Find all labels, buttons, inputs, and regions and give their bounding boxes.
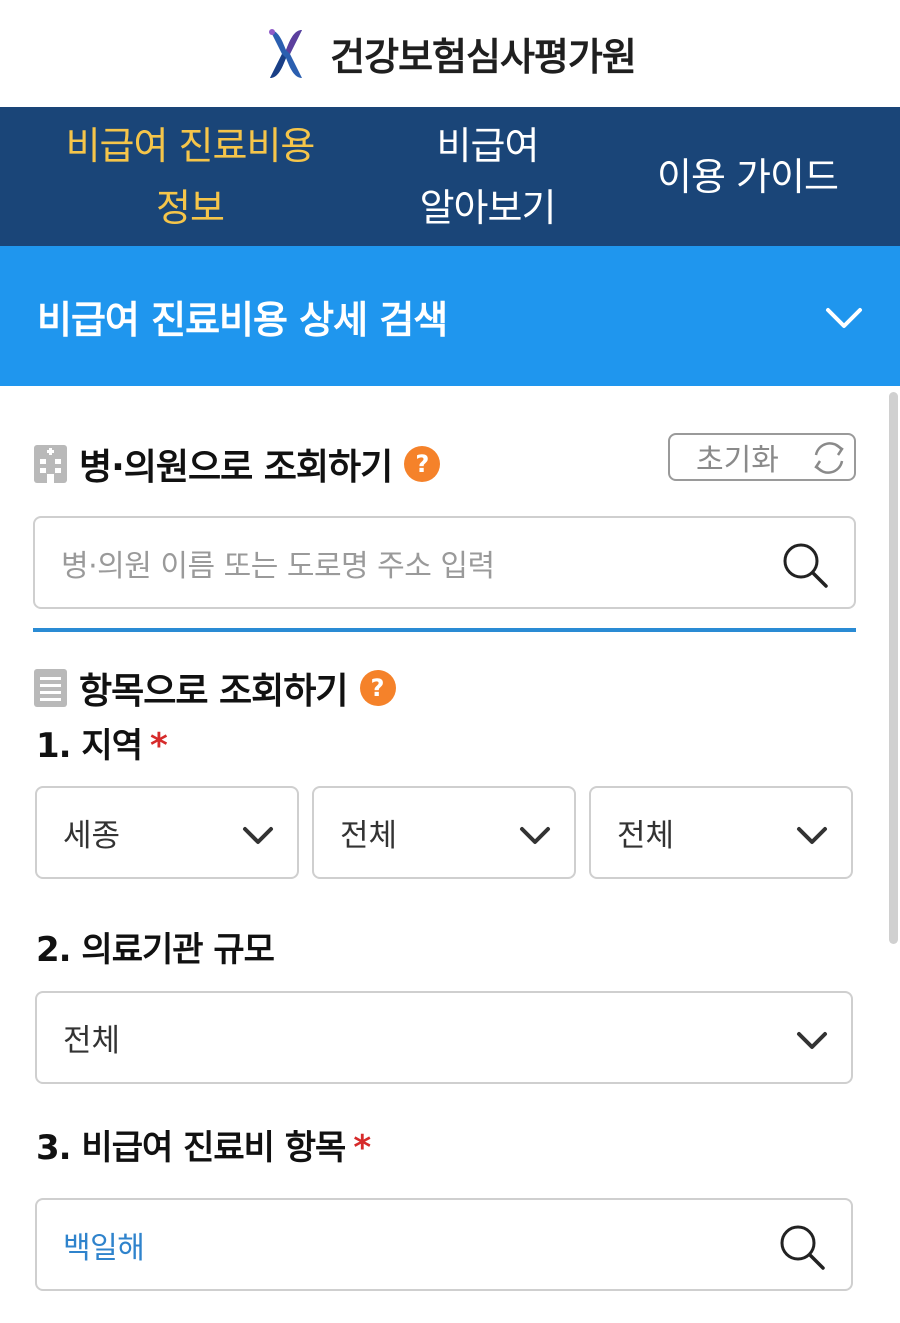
- help-icon[interactable]: ?: [359, 670, 396, 706]
- chevron-down-icon: [797, 827, 827, 844]
- item-label: 3. 비급여 진료비 항목 *: [36, 1120, 371, 1169]
- item-label-text: 3. 비급여 진료비 항목: [36, 1128, 346, 1168]
- app-header: 건강보험심사평가원: [0, 0, 900, 107]
- item-search-title: 항목으로 조회하기: [79, 671, 348, 712]
- chevron-down-icon: [826, 308, 862, 328]
- nav-item-label: 이용 가이드: [657, 154, 839, 199]
- reset-button[interactable]: 초기화: [668, 433, 856, 481]
- region-select-district[interactable]: 전체: [589, 786, 853, 879]
- nav-item-label: 정보: [156, 185, 225, 230]
- list-icon: [34, 669, 67, 707]
- chevron-down-icon: [243, 827, 273, 844]
- region-select-city[interactable]: 전체: [312, 786, 576, 879]
- region-select-province[interactable]: 세종: [35, 786, 299, 879]
- select-value: 전체: [63, 1023, 121, 1059]
- hira-logo-icon: [269, 28, 303, 78]
- treatment-item-value: 백일해: [63, 1230, 145, 1266]
- institution-scale-select[interactable]: 전체: [35, 991, 853, 1084]
- nav-item-label: 알아보기: [419, 185, 557, 230]
- reset-button-label: 초기화: [696, 443, 779, 478]
- scale-label: 2. 의료기관 규모: [36, 922, 275, 971]
- chevron-down-icon: [520, 827, 550, 844]
- hospital-building-icon: [34, 445, 67, 483]
- header-title: 건강보험심사평가원: [330, 35, 637, 79]
- required-mark: *: [149, 726, 168, 766]
- nav-item-noncovered-learn[interactable]: 비급여 알아보기: [380, 107, 595, 246]
- hospital-search-title: 병·의원으로 조회하기: [79, 447, 393, 488]
- hospital-search-placeholder: 병·의원 이름 또는 도로명 주소 입력: [61, 548, 495, 584]
- section-divider: [33, 628, 856, 632]
- nav-item-label: 비급여 진료비용: [65, 123, 316, 168]
- nav-item-usage-guide[interactable]: 이용 가이드: [595, 107, 900, 246]
- search-icon[interactable]: [777, 1222, 827, 1272]
- region-label-text: 1. 지역: [36, 726, 143, 766]
- nav-item-noncovered-info[interactable]: 비급여 진료비용 정보: [0, 107, 380, 246]
- search-icon[interactable]: [780, 540, 830, 590]
- scrollbar[interactable]: [889, 392, 898, 944]
- select-value: 전체: [617, 818, 675, 854]
- select-value: 세종: [63, 818, 121, 854]
- hospital-search-input[interactable]: 병·의원 이름 또는 도로명 주소 입력: [33, 516, 856, 609]
- hospital-search-heading: 병·의원으로 조회하기 ?: [34, 438, 441, 490]
- refresh-icon: [814, 442, 844, 474]
- chevron-down-icon: [797, 1032, 827, 1049]
- region-label: 1. 지역 *: [36, 718, 168, 767]
- detail-search-title: 비급여 진료비용 상세 검색: [37, 297, 448, 342]
- help-icon[interactable]: ?: [404, 446, 441, 482]
- detail-search-toggle[interactable]: 비급여 진료비용 상세 검색: [0, 246, 900, 386]
- main-nav: 비급여 진료비용 정보 비급여 알아보기 이용 가이드: [0, 107, 900, 246]
- scale-label-text: 2. 의료기관 규모: [36, 930, 275, 970]
- logo[interactable]: 건강보험심사평가원: [264, 26, 637, 82]
- treatment-item-input[interactable]: 백일해: [35, 1198, 853, 1291]
- required-mark: *: [353, 1128, 371, 1168]
- item-search-heading: 항목으로 조회하기 ?: [34, 662, 396, 714]
- select-value: 전체: [340, 818, 398, 854]
- nav-item-label: 비급여: [436, 123, 540, 168]
